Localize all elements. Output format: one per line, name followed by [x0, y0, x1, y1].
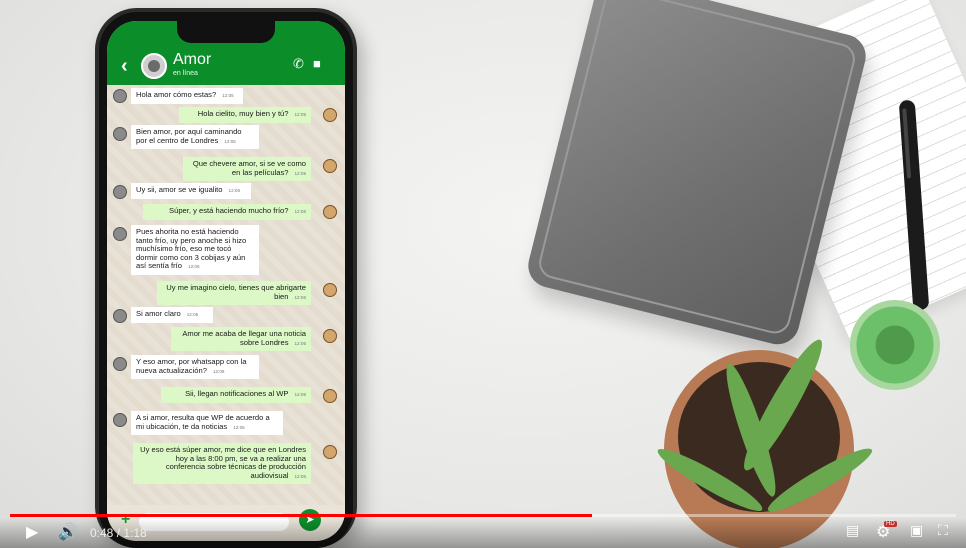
contact-mini-avatar: [113, 89, 127, 103]
message-time: 12:05: [294, 170, 307, 176]
contact-mini-avatar: [113, 413, 127, 427]
succulent-plant: [850, 300, 940, 390]
message-time: 12:06: [294, 340, 307, 346]
subtitles-icon[interactable]: ▤: [846, 522, 859, 539]
message-incoming: Y eso amor, por whatsapp con la nueva ac…: [131, 355, 259, 380]
avatar[interactable]: [141, 53, 167, 79]
hd-badge: HD: [884, 521, 897, 527]
message-text: Uy me imagino cielo, tienes que abrigart…: [166, 283, 306, 301]
message-text: Que chevere amor, si se ve como en las p…: [192, 159, 306, 177]
message-incoming: Uy sii, amor se ve igualito 12:06: [131, 183, 251, 199]
message-time: 12:06: [212, 368, 225, 374]
message-text: Amor me acaba de llegar una noticia sobr…: [182, 329, 306, 347]
phone-icon[interactable]: ✆: [293, 56, 304, 72]
progress-fill: [10, 514, 592, 517]
contact-mini-avatar: [113, 227, 127, 241]
message-outgoing: Uy eso está súper amor, me dice que en L…: [133, 443, 311, 485]
contact-status: en línea: [173, 70, 198, 77]
message-outgoing: Súper, y está haciendo mucho frío? 12:06: [143, 204, 311, 220]
miniplayer-icon[interactable]: ▣: [910, 522, 923, 539]
message-time: 12:06: [228, 188, 241, 193]
message-time: 12:06: [294, 473, 307, 479]
phone: ‹ Amor en línea ✆ ■ Hola amor cómo estas…: [95, 8, 357, 548]
contact-mini-avatar: [113, 185, 127, 199]
message-outgoing: Uy me imagino cielo, tienes que abrigart…: [157, 281, 311, 306]
user-mini-avatar: [323, 445, 337, 459]
message-incoming: Hola amor cómo estas? 12:05: [131, 88, 243, 104]
message-incoming: Pues ahorita no está haciendo tanto frío…: [131, 225, 259, 275]
phone-notch: [177, 21, 275, 43]
user-mini-avatar: [323, 283, 337, 297]
message-time: 12:06: [294, 392, 307, 397]
phone-screen: ‹ Amor en línea ✆ ■ Hola amor cómo estas…: [107, 21, 345, 541]
message-incoming: Si amor claro 12:06: [131, 307, 213, 323]
user-mini-avatar: [323, 329, 337, 343]
message-time: 12:05: [224, 138, 236, 144]
message-text: Súper, y está haciendo mucho frío?: [169, 206, 289, 215]
user-mini-avatar: [323, 159, 337, 173]
contact-mini-avatar: [113, 127, 127, 141]
contact-mini-avatar: [113, 357, 127, 371]
message-outgoing: Amor me acaba de llegar una noticia sobr…: [171, 327, 311, 352]
message-text: Uy sii, amor se ve igualito: [136, 185, 223, 194]
message-time: 12:06: [188, 264, 200, 270]
user-mini-avatar: [323, 205, 337, 219]
message-time: 12:05: [294, 112, 307, 117]
progress-bar[interactable]: [10, 514, 956, 517]
contact-mini-avatar: [113, 309, 127, 323]
message-outgoing: Hola cielito, muy bien y tú? 12:05: [179, 107, 311, 123]
message-text: Uy eso está súper amor, me dice que en L…: [140, 445, 306, 480]
tablet-bezel: [535, 0, 859, 337]
message-time: 12:06: [186, 312, 199, 317]
message-time: 12:05: [222, 93, 234, 98]
message-text: Hola cielito, muy bien y tú?: [197, 109, 289, 118]
message-text: A si amor, resulta que WP de acuerdo a m…: [136, 413, 270, 431]
message-time: 12:06: [233, 424, 245, 430]
message-outgoing: Sii, llegan notificaciones al WP 12:06: [161, 387, 311, 403]
message-time: 12:06: [294, 209, 307, 214]
fullscreen-icon[interactable]: ⛶: [938, 522, 948, 539]
chat-area: Hola amor cómo estas? 12:05 Hola cielito,…: [107, 85, 345, 505]
video-frame[interactable]: ‹ Amor en línea ✆ ■ Hola amor cómo estas…: [0, 0, 966, 548]
chevron-left-icon[interactable]: ‹: [121, 55, 128, 78]
tablet: [523, 0, 871, 349]
time-display: 0:48 / 1:18: [90, 526, 147, 540]
user-mini-avatar: [323, 389, 337, 403]
volume-icon[interactable]: 🔊: [58, 522, 78, 542]
user-mini-avatar: [323, 108, 337, 122]
contact-name: Amor: [173, 51, 212, 68]
message-text: Hola amor cómo estas?: [136, 90, 217, 99]
message-text: Si amor claro: [136, 309, 181, 318]
message-text: Y eso amor, por whatsapp con la nueva ac…: [136, 357, 247, 375]
play-icon[interactable]: ▶: [26, 522, 38, 542]
message-incoming: A si amor, resulta que WP de acuerdo a m…: [131, 411, 283, 436]
message-incoming: Bien amor, por aquí caminando por el cen…: [131, 125, 259, 150]
message-text: Sii, llegan notificaciones al WP: [185, 389, 289, 398]
videocam-icon[interactable]: ■: [313, 56, 321, 71]
message-time: 12:06: [294, 294, 307, 300]
message-outgoing: Que chevere amor, si se ve como en las p…: [183, 157, 311, 182]
pen-clip: [902, 108, 912, 179]
